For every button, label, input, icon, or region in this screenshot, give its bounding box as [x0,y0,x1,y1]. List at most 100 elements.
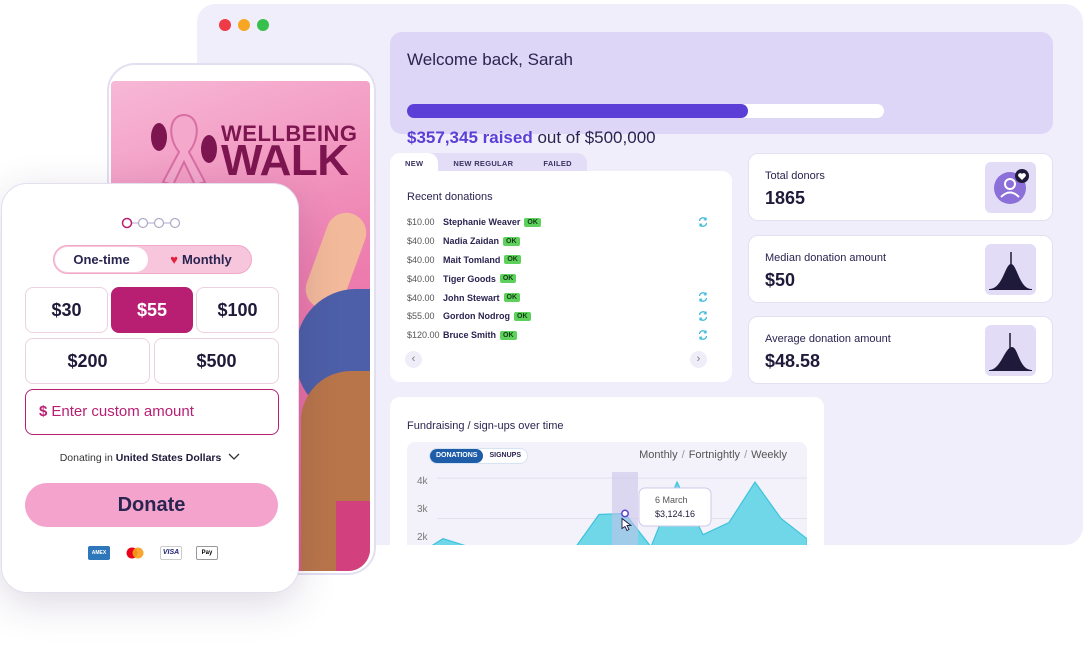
donation-list: $10.00 Stephanie Weaver OK $40.00 Nadia Zaid… [407,213,708,345]
stat-total-donors: Total donors 1865 [748,153,1053,221]
period-monthly[interactable]: Monthly [639,449,678,461]
chart-toggle: DONATIONS SIGNUPS [429,448,528,464]
recurring-icon [698,292,708,302]
stat-average-donation: Average donation amount $48.58 [748,316,1053,384]
period-selector: Monthly / Fortnightly / Weekly [639,449,787,461]
amount-55-button[interactable]: $55 [111,287,193,333]
fundraising-chart-card: Fundraising / sign-ups over time 6 March… [390,397,824,545]
walker-shirt [336,501,370,571]
pink-ribbon-footprints-icon [151,113,217,187]
recurring-icon [698,329,708,340]
period-weekly[interactable]: Weekly [751,449,787,461]
amount-500-button[interactable]: $500 [154,338,279,384]
welcome-title: Welcome back, Sarah [407,50,573,69]
fundraising-progress-bar [407,104,884,118]
tooltip-date: 6 March [655,495,688,505]
stat-label: Total donors [765,170,825,182]
minimize-window-dot[interactable] [238,19,250,31]
recent-donations-panel: Recent donations $10.00 Stephanie Weaver O… [390,171,732,382]
stat-median-donation: Median donation amount $50 [748,235,1053,303]
amex-icon: AMEX [88,546,110,560]
currency-symbol: $ [39,403,48,420]
frequency-toggle: One-time ♥ Monthly [53,245,252,274]
donor-name: Mait Tomland [443,254,501,265]
highlight-data-point[interactable] [621,509,629,518]
donation-row[interactable]: $40.00 Nadia Zaidan OK [407,232,707,251]
custom-amount-input[interactable]: $ Enter custom amount [25,389,279,435]
donor-name: Bruce Smith [443,330,497,341]
donor-name: Nadia Zaidan [443,236,500,247]
status-badge: OK [524,217,541,227]
donation-amount: $40.00 [407,254,435,265]
donation-amount: $40.00 [407,273,435,284]
stat-value: $50 [765,270,796,290]
currency-name: United States Dollars [115,452,222,464]
amount-30-button[interactable]: $30 [25,287,108,333]
chart-title: Fundraising / sign-ups over time [407,420,564,432]
y-tick-label: 3k [417,504,428,515]
status-badge: OK [514,311,531,321]
recurring-icon [698,217,708,227]
previous-page-button[interactable]: ‹ [405,351,422,368]
y-tick-label: 4k [417,476,428,487]
currency-prefix: Donating in [59,452,116,464]
amount-100-button[interactable]: $100 [196,287,279,333]
donor-name: Tiger Goods [443,273,496,284]
step-progress-indicator [121,217,181,229]
donation-amount: $10.00 [407,217,435,228]
stat-value: 1865 [765,188,806,208]
custom-amount-placeholder: Enter custom amount [51,403,194,420]
visa-icon: VISA [160,546,182,560]
close-window-dot[interactable] [219,19,231,31]
chart-area: 6 March $3,124.16 DONATIONS SIGNUPS Month… [407,442,807,545]
tooltip-value: $3,124.16 [655,509,695,519]
donor-name: John Stewart [443,292,500,303]
status-badge: OK [500,330,517,340]
donation-row[interactable]: $55.00 Gordon Nodrog OK [407,307,708,326]
chart-tooltip: 6 March $3,124.16 [638,487,712,527]
stat-value: $48.58 [765,351,821,371]
donor-heart-icon [985,162,1036,213]
monthly-option[interactable]: ♥ Monthly [151,247,251,272]
payment-methods: AMEX VISA Pay [88,546,218,560]
next-page-button[interactable]: › [690,351,707,368]
logo-line-2: WALK [221,136,349,185]
raised-amount: $357,345 raised [407,128,533,147]
donation-row[interactable]: $40.00 Tiger Goods OK [407,269,707,288]
donation-amount: $120.00 [407,330,440,341]
donation-amount: $55.00 [407,311,435,322]
amount-200-button[interactable]: $200 [25,338,150,384]
maximize-window-dot[interactable] [257,19,269,31]
donation-row[interactable]: $40.00 Mait Tomland OK [407,251,707,270]
status-badge: OK [503,236,520,246]
y-tick-label: 2k [417,532,428,543]
donor-name: Gordon Nodrog [443,311,510,322]
donation-form-card: One-time ♥ Monthly $30 $55 $100 $200 $500… [1,183,299,593]
toggle-signups[interactable]: SIGNUPS [483,449,527,463]
donor-name: Stephanie Weaver [443,217,521,228]
donation-row[interactable]: $40.00 John Stewart OK [407,288,708,307]
donation-row[interactable]: $10.00 Stephanie Weaver OK [407,213,708,232]
distribution-icon [985,325,1036,376]
mastercard-icon [124,546,146,560]
donate-button[interactable]: Donate [25,483,278,527]
heart-icon: ♥ [170,252,178,267]
recent-donations-title: Recent donations [407,191,493,203]
goal-amount: out of $500,000 [532,128,656,147]
donation-amount: $40.00 [407,292,435,303]
welcome-panel: Welcome back, Sarah $357,345 raised out … [390,32,1053,147]
status-badge: OK [499,274,517,284]
period-fortnightly[interactable]: Fortnightly [689,449,740,461]
monthly-label: Monthly [181,252,232,267]
apple-pay-icon: Pay [196,546,218,560]
stat-label: Median donation amount [765,252,887,264]
progress-fill [407,104,748,118]
chevron-down-icon [228,453,240,460]
raised-summary: $357,345 raised out of $500,000 [407,128,656,148]
toggle-donations[interactable]: DONATIONS [430,449,484,463]
status-badge: OK [503,293,521,303]
one-time-option[interactable]: One-time [55,247,148,272]
currency-selector[interactable]: Donating in United States Dollars [2,452,298,464]
hover-highlight-band [612,472,638,545]
donation-row[interactable]: $120.00 Bruce Smith OK [407,326,708,345]
